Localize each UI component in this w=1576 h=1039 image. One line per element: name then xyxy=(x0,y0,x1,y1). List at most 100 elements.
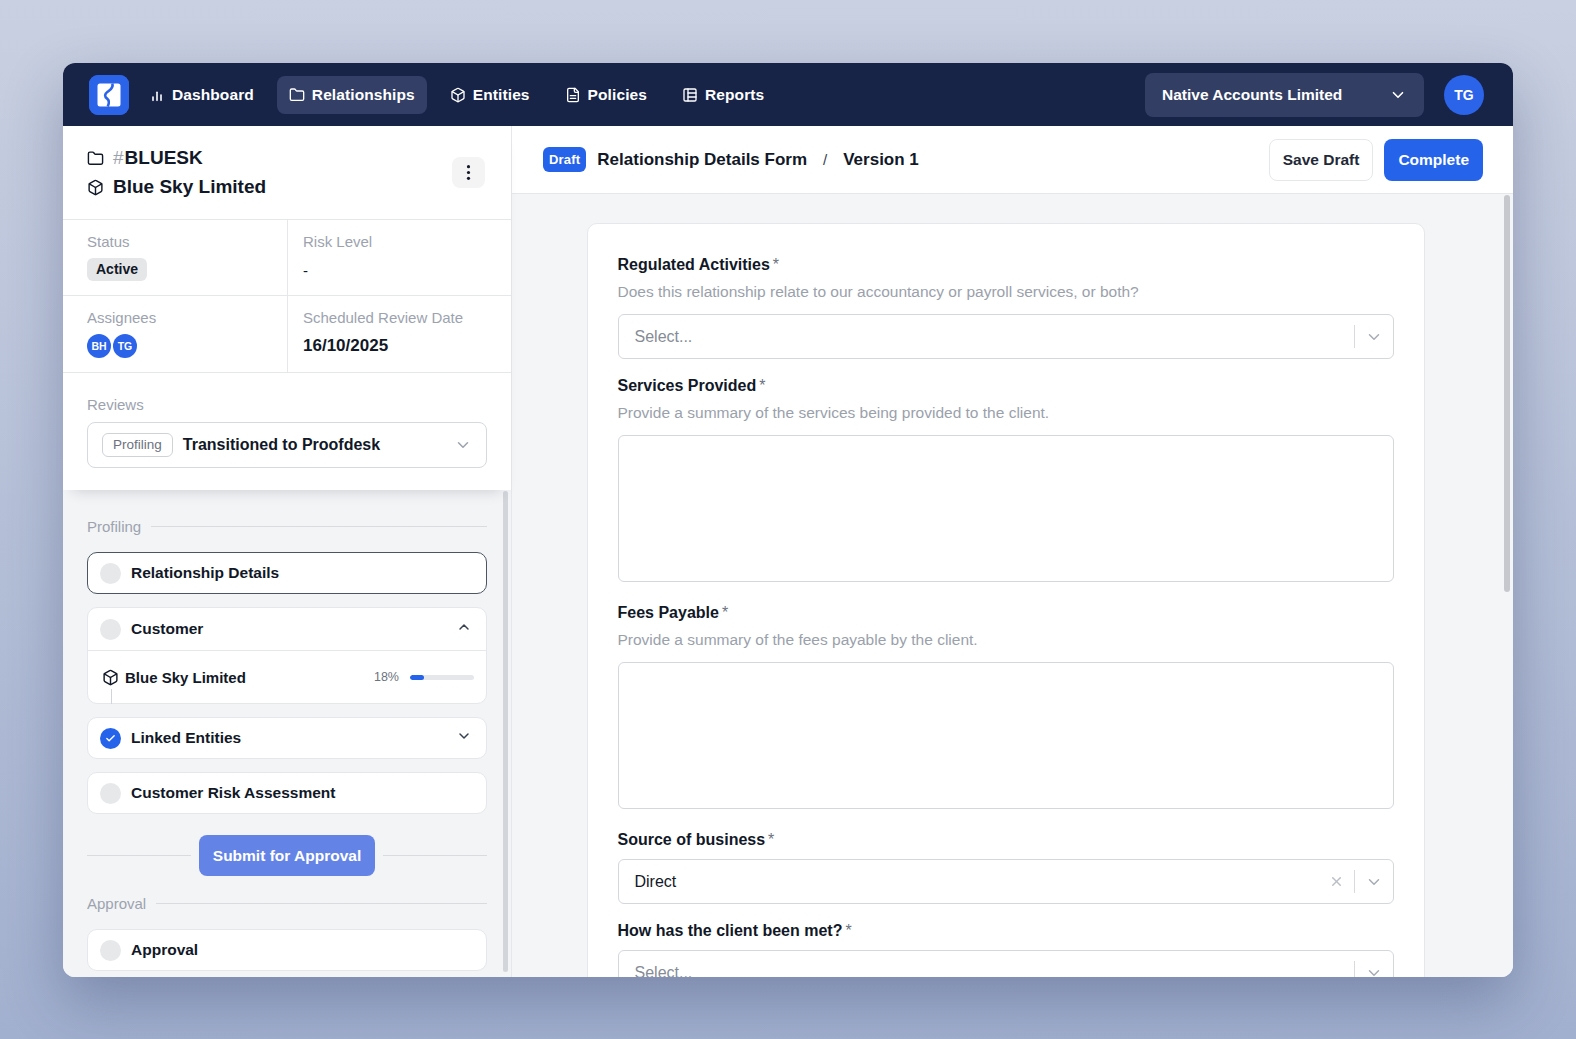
progress-percentage: 18% xyxy=(374,670,399,684)
app-window: Dashboard Relationships Entities xyxy=(63,63,1513,977)
navbar-right: Native Accounts Limited TG xyxy=(1145,73,1484,117)
services-provided-textarea[interactable] xyxy=(618,435,1394,582)
review-steps-panel: Profiling Relationship Details Customer xyxy=(63,490,511,977)
step-card-customer-risk-assessment[interactable]: Customer Risk Assessment xyxy=(87,772,487,814)
assignee-avatar[interactable]: TG xyxy=(113,334,137,358)
field-services-provided: Services Provided* Provide a summary of … xyxy=(618,377,1394,586)
cube-icon xyxy=(87,179,104,196)
step-status-icon xyxy=(100,940,121,961)
step-title: Linked Entities xyxy=(131,729,241,747)
step-status-icon xyxy=(100,619,121,640)
nav-label-entities: Entities xyxy=(473,86,530,104)
submit-divider: Submit for Approval xyxy=(87,835,487,876)
chevron-down-icon[interactable] xyxy=(456,728,472,748)
fees-payable-textarea[interactable] xyxy=(618,662,1394,809)
step-title: Approval xyxy=(131,941,198,959)
step-complete-icon xyxy=(100,728,121,749)
status-label: Status xyxy=(87,233,267,250)
chevron-down-icon xyxy=(454,436,472,454)
folder-icon xyxy=(289,87,305,103)
nav-item-entities[interactable]: Entities xyxy=(438,76,542,114)
customer-entity-name: Blue Sky Limited xyxy=(125,669,246,686)
app-logo[interactable] xyxy=(89,75,129,115)
step-card-customer-header[interactable]: Customer xyxy=(88,608,486,650)
step-title: Customer xyxy=(131,620,203,638)
table-icon xyxy=(682,87,698,103)
draft-status-badge: Draft xyxy=(543,147,586,172)
relationship-code-row: #BLUESK xyxy=(87,147,266,169)
chevron-up-icon[interactable] xyxy=(456,619,472,639)
approval-section-heading: Approval xyxy=(87,895,487,912)
desktop-background: Dashboard Relationships Entities xyxy=(0,0,1576,1039)
sidebar-summary: #BLUESK Blue Sky Limited xyxy=(63,126,511,490)
main-scrollbar[interactable] xyxy=(1504,195,1510,592)
review-stage-chip: Profiling xyxy=(102,433,173,457)
nav-item-dashboard[interactable]: Dashboard xyxy=(137,76,266,114)
field-fees-payable: Fees Payable* Provide a summary of the f… xyxy=(618,604,1394,813)
save-draft-button[interactable]: Save Draft xyxy=(1269,139,1374,181)
source-of-business-select[interactable]: Direct xyxy=(618,859,1394,904)
bar-chart-icon xyxy=(149,87,165,103)
nav-item-policies[interactable]: Policies xyxy=(553,76,659,114)
select-placeholder: Select... xyxy=(635,328,693,345)
entity-name: Blue Sky Limited xyxy=(113,176,266,198)
nav-label-reports: Reports xyxy=(705,86,764,104)
reviews-dropdown[interactable]: Profiling Transitioned to Proofdesk xyxy=(87,422,487,468)
assignee-avatar[interactable]: BH xyxy=(87,334,111,358)
chevron-down-icon[interactable] xyxy=(1355,964,1393,978)
tree-connector xyxy=(111,689,112,704)
progress-bar xyxy=(410,675,474,680)
organization-dropdown[interactable]: Native Accounts Limited xyxy=(1145,73,1424,117)
risk-level-cell: Risk Level - xyxy=(287,220,511,296)
submit-for-approval-button[interactable]: Submit for Approval xyxy=(199,835,375,876)
folder-icon xyxy=(87,150,104,167)
cube-icon xyxy=(102,669,119,686)
field-label: Source of business* xyxy=(618,831,1394,849)
field-source-of-business: Source of business* Direct xyxy=(618,831,1394,904)
nav-label-policies: Policies xyxy=(588,86,647,104)
form-version: Version 1 xyxy=(843,150,919,170)
form-title: Relationship Details Form xyxy=(597,150,807,170)
field-label: Fees Payable* xyxy=(618,604,1394,622)
step-title: Relationship Details xyxy=(131,564,279,582)
user-avatar[interactable]: TG xyxy=(1444,75,1484,115)
step-status-icon xyxy=(100,783,121,804)
relationship-code: #BLUESK xyxy=(113,147,203,169)
step-card-linked-entities[interactable]: Linked Entities xyxy=(87,717,487,759)
document-icon xyxy=(565,87,581,103)
top-navbar: Dashboard Relationships Entities xyxy=(63,63,1513,126)
step-card-approval[interactable]: Approval xyxy=(87,929,487,971)
assignees-cell: Assignees BH TG xyxy=(63,296,287,373)
field-description: Does this relationship relate to our acc… xyxy=(618,283,1394,301)
entity-name-row: Blue Sky Limited xyxy=(87,176,266,198)
step-card-relationship-details[interactable]: Relationship Details xyxy=(87,552,487,594)
entity-header: #BLUESK Blue Sky Limited xyxy=(63,126,511,220)
status-badge: Active xyxy=(87,258,147,281)
meta-grid: Status Active Risk Level - Assignees BH … xyxy=(63,220,511,373)
nav-item-reports[interactable]: Reports xyxy=(670,76,776,114)
complete-button[interactable]: Complete xyxy=(1384,139,1483,181)
field-how-client-met: How has the client been met?* Select... xyxy=(618,922,1394,977)
form-scroll-area: Regulated Activities* Does this relation… xyxy=(512,194,1513,977)
chevron-down-icon[interactable] xyxy=(1355,873,1393,891)
step-status-icon xyxy=(100,563,121,584)
main-panel: Draft Relationship Details Form / Versio… xyxy=(512,126,1513,977)
reviews-label: Reviews xyxy=(87,396,487,413)
sidebar-scrollbar[interactable] xyxy=(503,491,508,972)
field-label: Regulated Activities* xyxy=(618,256,1394,274)
risk-level-label: Risk Level xyxy=(303,233,491,250)
clear-icon[interactable] xyxy=(1320,874,1354,889)
kebab-menu-button[interactable] xyxy=(452,157,485,188)
field-label: Services Provided* xyxy=(618,377,1394,395)
organization-name: Native Accounts Limited xyxy=(1162,86,1342,104)
regulated-activities-select[interactable]: Select... xyxy=(618,314,1394,359)
review-value: Transitioned to Proofdesk xyxy=(183,436,380,454)
breadcrumb-separator: / xyxy=(823,151,827,168)
how-client-met-select[interactable]: Select... xyxy=(618,950,1394,977)
nav-item-relationships[interactable]: Relationships xyxy=(277,76,427,114)
customer-entity-row[interactable]: Blue Sky Limited 18% xyxy=(88,650,486,703)
step-title: Customer Risk Assessment xyxy=(131,784,335,802)
chevron-down-icon[interactable] xyxy=(1355,328,1393,346)
primary-nav: Dashboard Relationships Entities xyxy=(137,76,776,114)
field-regulated-activities: Regulated Activities* Does this relation… xyxy=(618,256,1394,359)
